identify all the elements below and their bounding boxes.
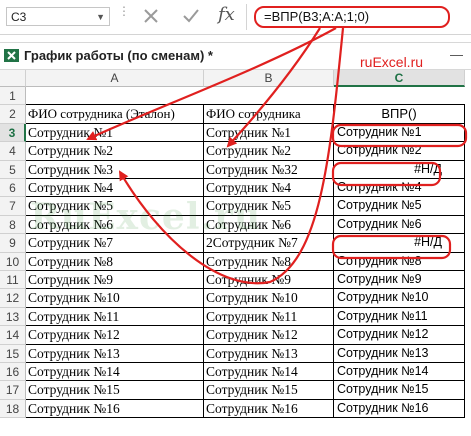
- column-header-c[interactable]: C: [334, 70, 465, 87]
- cell-a12[interactable]: Сотрудник №10: [26, 289, 204, 308]
- row-header[interactable]: 9: [0, 234, 26, 253]
- column-header-b[interactable]: B: [204, 70, 334, 87]
- cell-a1[interactable]: [26, 87, 204, 106]
- workbook-title: График работы (по сменам) *: [24, 48, 213, 63]
- row-header[interactable]: 1: [0, 87, 26, 106]
- cell-c5[interactable]: #Н/Д: [334, 160, 465, 179]
- cell-c12[interactable]: Сотрудник №10: [334, 289, 465, 308]
- cell-a18[interactable]: Сотрудник №16: [26, 399, 204, 419]
- cell-b18[interactable]: Сотрудник №16: [204, 399, 334, 419]
- cell-a2[interactable]: ФИО сотрудника (Эталон): [26, 105, 204, 124]
- cell-b2[interactable]: ФИО сотрудника: [204, 105, 334, 124]
- cell-a14[interactable]: Сотрудник №12: [26, 326, 204, 345]
- cell-b7[interactable]: Сотрудник №5: [204, 197, 334, 216]
- cell-c10[interactable]: Сотрудник №8: [334, 252, 465, 271]
- cell-b9[interactable]: 2Сотрудник №7: [204, 234, 334, 253]
- cell-c17[interactable]: Сотрудник №15: [334, 381, 465, 400]
- chevron-down-icon[interactable]: ▼: [96, 8, 105, 27]
- cell-c13[interactable]: Сотрудник №11: [334, 307, 465, 327]
- cell-a15[interactable]: Сотрудник №13: [26, 344, 204, 363]
- cell-c7[interactable]: Сотрудник №5: [334, 197, 465, 216]
- cell-b10[interactable]: Сотрудник №8: [204, 252, 334, 271]
- cell-a17[interactable]: Сотрудник №15: [26, 381, 204, 400]
- cell-c6[interactable]: Сотрудник №4: [334, 179, 465, 198]
- cell-a7[interactable]: Сотрудник №5: [26, 197, 204, 216]
- cell-b11[interactable]: Сотрудник №9: [204, 271, 334, 290]
- cell-c14[interactable]: Сотрудник №12: [334, 326, 465, 345]
- more-icon: ⋮: [118, 4, 130, 18]
- name-box-value: C3: [11, 10, 27, 24]
- cell-c11[interactable]: Сотрудник №9: [334, 271, 465, 290]
- name-box[interactable]: C3 ▼: [6, 7, 110, 26]
- cell-c2[interactable]: ВПР(): [334, 105, 465, 124]
- cell-b1[interactable]: [204, 87, 334, 106]
- cell-c15[interactable]: Сотрудник №13: [334, 344, 465, 363]
- divider: [246, 4, 247, 30]
- row-header[interactable]: 16: [0, 363, 26, 382]
- row-header[interactable]: 6: [0, 179, 26, 198]
- cell-c1[interactable]: [334, 87, 465, 106]
- cell-b12[interactable]: Сотрудник №10: [204, 289, 334, 308]
- row-header[interactable]: 13: [0, 307, 26, 327]
- insert-function-icon[interactable]: fx: [218, 4, 235, 25]
- minimize-button[interactable]: —: [450, 47, 463, 62]
- cell-b4[interactable]: Сотрудник №2: [204, 142, 334, 161]
- cell-c16[interactable]: Сотрудник №14: [334, 363, 465, 382]
- cell-a9[interactable]: Сотрудник №7: [26, 234, 204, 253]
- cell-b6[interactable]: Сотрудник №4: [204, 179, 334, 198]
- row-header[interactable]: 17: [0, 381, 26, 400]
- row-header[interactable]: 15: [0, 344, 26, 363]
- cell-b17[interactable]: Сотрудник №15: [204, 381, 334, 400]
- cell-b16[interactable]: Сотрудник №14: [204, 363, 334, 382]
- row-header[interactable]: 3: [0, 123, 26, 143]
- row-header[interactable]: 11: [0, 271, 26, 290]
- cell-c9[interactable]: #Н/Д: [334, 234, 465, 253]
- cell-c8[interactable]: Сотрудник №6: [334, 215, 465, 235]
- row-header[interactable]: 10: [0, 252, 26, 271]
- row-header[interactable]: 8: [0, 215, 26, 235]
- cell-a4[interactable]: Сотрудник №2: [26, 142, 204, 161]
- select-all-corner[interactable]: [0, 70, 26, 87]
- cell-b5[interactable]: Сотрудник №32: [204, 160, 334, 179]
- checkmark-icon[interactable]: [180, 5, 202, 27]
- row-header[interactable]: 4: [0, 142, 26, 161]
- formula-input[interactable]: =ВПР(B3;A:A;1;0): [254, 6, 450, 28]
- cell-b14[interactable]: Сотрудник №12: [204, 326, 334, 345]
- cell-a3[interactable]: Сотрудник №1: [26, 123, 204, 143]
- cell-c3[interactable]: Сотрудник №1: [334, 123, 465, 143]
- cell-c4[interactable]: Сотрудник №2: [334, 142, 465, 161]
- cell-c18[interactable]: Сотрудник №16: [334, 399, 465, 419]
- cell-a10[interactable]: Сотрудник №8: [26, 252, 204, 271]
- cell-a6[interactable]: Сотрудник №4: [26, 179, 204, 198]
- brand-label: ruExcel.ru: [360, 54, 424, 70]
- cell-b8[interactable]: Сотрудник №6: [204, 215, 334, 235]
- formula-bar: C3 ▼ ⋮ fx =ВПР(B3;A:A;1;0): [0, 0, 471, 35]
- column-header-a[interactable]: A: [26, 70, 204, 87]
- cell-a8[interactable]: Сотрудник №6: [26, 215, 204, 235]
- row-header[interactable]: 5: [0, 160, 26, 179]
- row-header[interactable]: 12: [0, 289, 26, 308]
- cell-b15[interactable]: Сотрудник №13: [204, 344, 334, 363]
- cell-b3[interactable]: Сотрудник №1: [204, 123, 334, 143]
- row-header[interactable]: 7: [0, 197, 26, 216]
- excel-file-icon: [4, 49, 19, 62]
- cell-a16[interactable]: Сотрудник №14: [26, 363, 204, 382]
- row-header[interactable]: 18: [0, 399, 26, 419]
- row-header[interactable]: 14: [0, 326, 26, 345]
- cell-a13[interactable]: Сотрудник №11: [26, 307, 204, 327]
- cancel-icon[interactable]: [140, 5, 162, 27]
- cell-a5[interactable]: Сотрудник №3: [26, 160, 204, 179]
- row-header[interactable]: 2: [0, 105, 26, 124]
- cell-b13[interactable]: Сотрудник №11: [204, 307, 334, 327]
- cell-a11[interactable]: Сотрудник №9: [26, 271, 204, 290]
